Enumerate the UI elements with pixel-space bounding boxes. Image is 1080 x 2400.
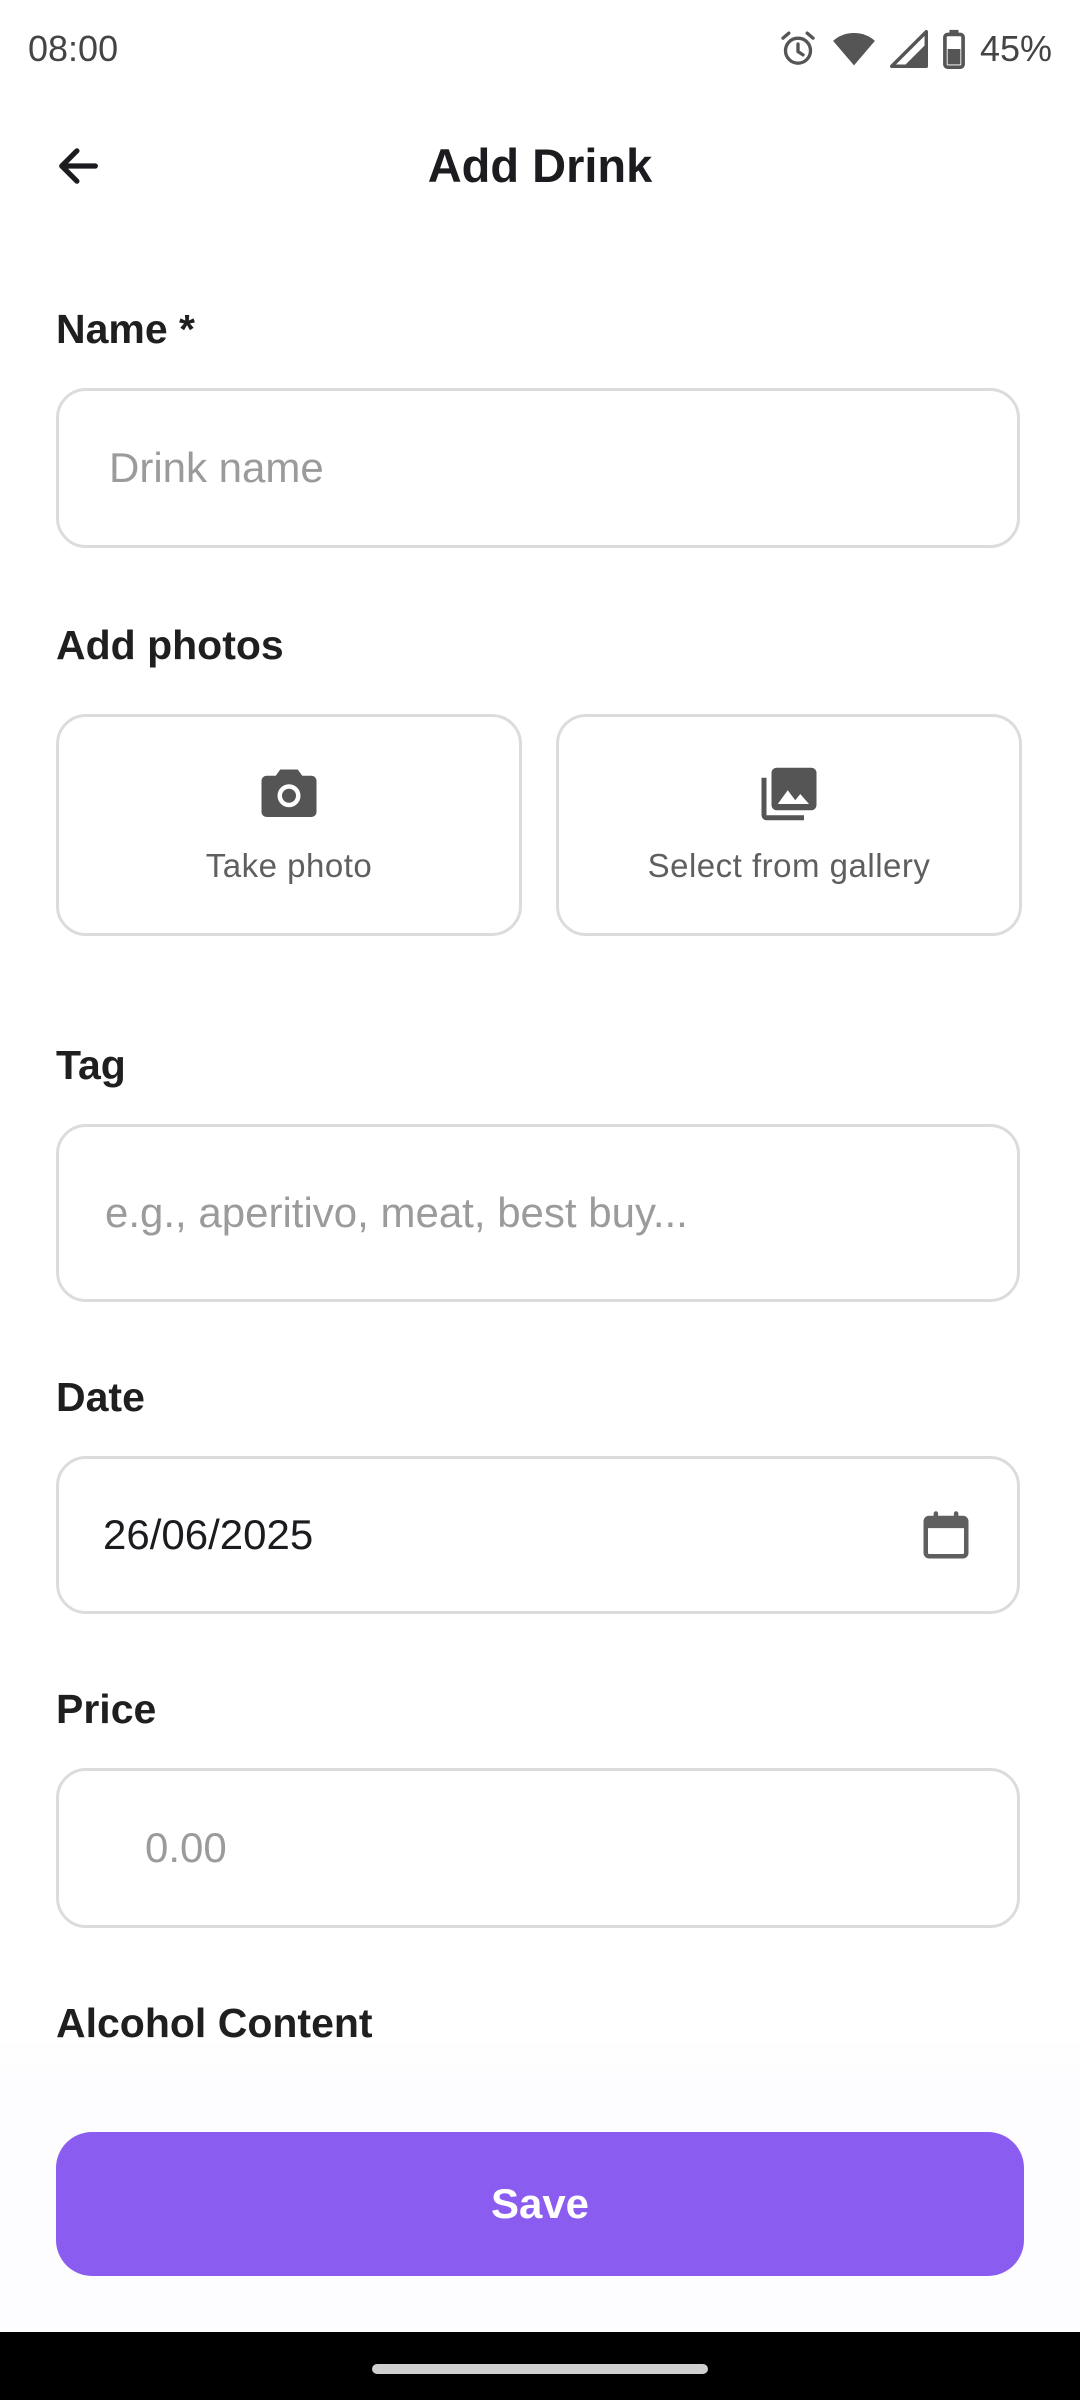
price-label: Price xyxy=(56,1686,157,1732)
date-field[interactable]: 26/06/2025 xyxy=(56,1456,1020,1614)
price-field[interactable] xyxy=(56,1768,1020,1928)
name-label: Name * xyxy=(56,306,196,352)
photo-library-icon xyxy=(759,765,819,828)
cell-signal-icon xyxy=(889,29,928,69)
date-value: 26/06/2025 xyxy=(103,1511,314,1558)
battery-percent: 45% xyxy=(979,28,1052,69)
app-bar: Add Drink xyxy=(0,110,1080,226)
name-input[interactable] xyxy=(107,391,991,545)
tag-label: Tag xyxy=(56,1042,126,1088)
battery-icon xyxy=(942,29,966,69)
price-input[interactable] xyxy=(143,1771,987,1925)
add-photos-label: Add photos xyxy=(56,622,284,668)
calendar-icon[interactable] xyxy=(919,1509,973,1568)
tag-input[interactable] xyxy=(103,1127,987,1299)
status-time: 08:00 xyxy=(28,28,119,69)
name-field[interactable] xyxy=(56,388,1020,548)
status-icons: 45% xyxy=(778,24,1052,74)
date-label: Date xyxy=(56,1374,145,1420)
take-photo-button[interactable]: Take photo xyxy=(56,714,522,936)
bottom-fade xyxy=(0,2040,1080,2080)
system-nav-bar xyxy=(0,2332,1080,2400)
add-drink-screen: 08:00 45% Add Drink Name * Drink name Ad… xyxy=(0,0,1080,2400)
camera-icon xyxy=(259,765,319,824)
select-gallery-button[interactable]: Select from gallery xyxy=(556,714,1022,936)
status-bar: 08:00 45% xyxy=(0,0,1080,100)
select-gallery-label: Select from gallery xyxy=(647,847,931,884)
save-button[interactable]: Save xyxy=(56,2132,1024,2276)
tag-field[interactable] xyxy=(56,1124,1020,1302)
wifi-icon xyxy=(832,29,876,69)
page-title: Add Drink xyxy=(427,139,653,192)
home-gesture-handle[interactable] xyxy=(372,2364,708,2374)
take-photo-label: Take photo xyxy=(205,847,373,884)
alarm-icon xyxy=(778,29,818,69)
